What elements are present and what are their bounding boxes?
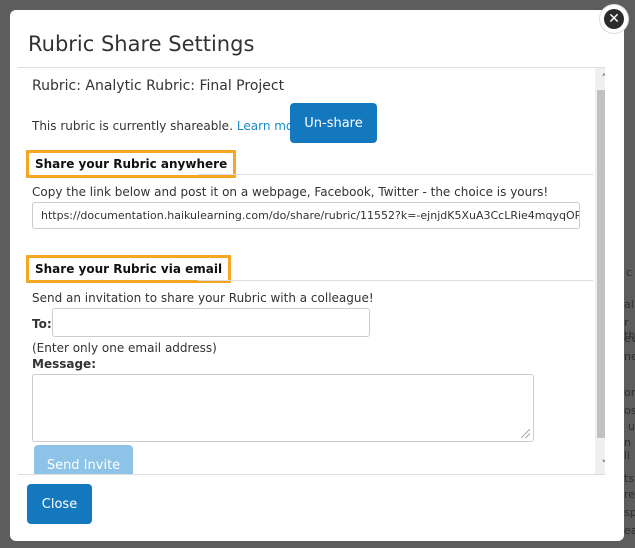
close-button[interactable]: Close xyxy=(27,484,92,524)
chevron-down-icon[interactable]: ˅ xyxy=(595,456,605,474)
invite-description: Send an invitation to share your Rubric … xyxy=(32,291,374,305)
background-text: ts xyxy=(624,472,635,485)
dialog-scrollbar[interactable]: ˄ ˅ xyxy=(595,68,605,474)
message-textarea[interactable] xyxy=(32,374,534,442)
background-text: ore xyxy=(624,386,635,399)
resize-grip-icon[interactable] xyxy=(521,429,530,438)
chevron-up-icon[interactable]: ˄ xyxy=(595,70,605,88)
modal-close-button[interactable]: ✕ xyxy=(600,5,628,33)
email-hint: (Enter only one email address) xyxy=(32,341,217,355)
message-label: Message: xyxy=(32,357,96,371)
share-status-text: This rubric is currently shareable. xyxy=(32,119,233,133)
share-email-header: Share your Rubric via email xyxy=(26,255,232,283)
background-text: ne xyxy=(624,350,635,363)
background-text: c xyxy=(626,266,633,279)
share-link-field[interactable]: https://documentation.haikulearning.com/… xyxy=(32,202,580,229)
scroll-thumb[interactable] xyxy=(597,90,605,438)
section-divider xyxy=(198,174,593,175)
background-text: ose xyxy=(624,404,635,417)
background-text: eve xyxy=(624,332,635,345)
close-icon: ✕ xyxy=(604,9,624,29)
rubric-name: Rubric: Analytic Rubric: Final Project xyxy=(32,78,285,94)
email-to-input[interactable] xyxy=(52,308,370,337)
share-link-description: Copy the link below and post it on a web… xyxy=(32,185,549,199)
background-text: sp xyxy=(624,506,635,519)
unshare-button[interactable]: Un-share xyxy=(290,103,377,143)
section-divider xyxy=(198,280,593,281)
send-invite-button[interactable]: Send Invite xyxy=(34,445,133,474)
share-status: This rubric is currently shareable. Learn… xyxy=(32,119,309,133)
background-text: ea xyxy=(624,524,635,537)
rubric-share-dialog: Rubric Share Settings Rubric: Analytic R… xyxy=(10,10,624,541)
dialog-title: Rubric Share Settings xyxy=(28,32,255,56)
background-text: u xyxy=(628,420,635,433)
background-text: n li xyxy=(624,436,631,462)
to-label: To: xyxy=(32,317,52,331)
background-text: re xyxy=(624,488,635,501)
background-text: al xyxy=(624,298,634,311)
dialog-body: Rubric: Analytic Rubric: Final Project T… xyxy=(18,67,605,475)
